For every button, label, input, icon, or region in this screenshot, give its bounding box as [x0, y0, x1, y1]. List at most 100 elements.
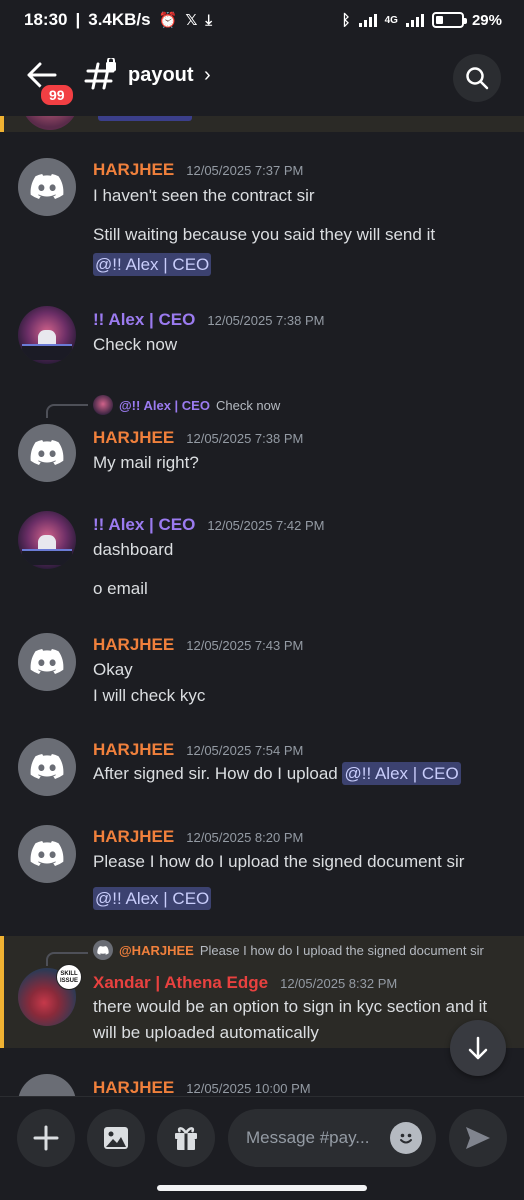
emoji-button[interactable]: [390, 1122, 422, 1154]
avatar[interactable]: [18, 633, 76, 691]
avatar[interactable]: [18, 1074, 76, 1096]
message-composer: [0, 1096, 524, 1176]
battery-icon: [431, 12, 467, 28]
channel-header: 99 payout ›: [0, 40, 524, 116]
reply-author: @HARJHEE: [119, 942, 194, 958]
signal-icon-2: [405, 13, 424, 27]
message-meta: !! Alex | CEO 12/05/2025 7:42 PM: [93, 515, 324, 535]
message-meta: HARJHEE 12/05/2025 7:38 PM: [93, 428, 303, 448]
message-meta: !! Alex | CEO 12/05/2025 7:38 PM: [93, 310, 324, 330]
author-name[interactable]: HARJHEE: [93, 827, 174, 847]
message-text: will be uploaded automatically: [93, 1023, 319, 1042]
avatar[interactable]: [18, 158, 76, 216]
reply-reference[interactable]: @!! Alex | CEO Check now: [93, 395, 280, 415]
status-time: 18:30: [24, 10, 68, 29]
partial-message-row: [0, 116, 524, 132]
partial-mention: [98, 116, 192, 121]
timestamp: 12/05/2025 7:38 PM: [186, 431, 304, 446]
timestamp: 12/05/2025 7:38 PM: [207, 313, 325, 328]
avatar[interactable]: SKILL ISSUE: [18, 964, 82, 1026]
reply-author: @!! Alex | CEO: [119, 397, 210, 413]
message-item-highlighted[interactable]: @HARJHEE Please I how do I upload the si…: [0, 936, 524, 1048]
author-name[interactable]: HARJHEE: [93, 635, 174, 655]
timestamp: 12/05/2025 8:20 PM: [186, 830, 304, 845]
reply-text: Check now: [215, 397, 281, 413]
alarm-icon: ⏰: [158, 12, 178, 29]
timestamp: 12/05/2025 7:54 PM: [186, 743, 304, 758]
message-item[interactable]: HARJHEE 12/05/2025 8:20 PM Please I how d…: [0, 823, 524, 923]
search-button[interactable]: [453, 54, 501, 102]
gift-icon: [175, 1127, 197, 1150]
author-name[interactable]: HARJHEE: [93, 160, 174, 180]
message-text: Still waiting because you said they will…: [93, 225, 436, 244]
gift-button[interactable]: [157, 1109, 215, 1167]
status-net-speed: 3.4KB/s: [88, 10, 151, 29]
message-item[interactable]: HARJHEE 12/05/2025 7:54 PM After signed s…: [0, 736, 524, 796]
message-item[interactable]: HARJHEE 12/05/2025 7:43 PM Okay I will ch…: [0, 631, 524, 711]
jump-to-present-button[interactable]: [450, 1020, 506, 1076]
message-text: dashboard: [93, 540, 174, 559]
author-name[interactable]: Xandar | Athena Edge: [93, 973, 268, 993]
attach-button[interactable]: [17, 1109, 75, 1167]
avatar[interactable]: [18, 825, 76, 883]
reply-text: Please I how do I upload the signed docu…: [199, 942, 484, 958]
bluetooth-icon: ᛒ: [341, 11, 351, 29]
avatar[interactable]: [18, 738, 76, 796]
message-text: there would be an option to sign in kyc …: [93, 997, 488, 1016]
message-item[interactable]: !! Alex | CEO 12/05/2025 7:42 PM dashboar…: [0, 511, 524, 611]
message-meta: HARJHEE 12/05/2025 7:43 PM: [93, 635, 303, 655]
status-divider: |: [75, 10, 81, 29]
user-mention[interactable]: @!! Alex | CEO: [93, 253, 212, 276]
message-text: Please I how do I upload the signed docu…: [93, 852, 465, 871]
message-text: I will check kyc: [93, 686, 206, 705]
discord-logo-icon: [30, 841, 64, 866]
battery-fill: [435, 16, 443, 24]
avatar: [22, 116, 78, 130]
channel-name[interactable]: payout: [128, 64, 194, 87]
message-text: @!! Alex | CEO: [93, 253, 212, 276]
reply-spine: [46, 404, 88, 418]
chevron-right-icon[interactable]: ›: [204, 64, 211, 87]
author-name[interactable]: !! Alex | CEO: [93, 515, 195, 535]
message-item[interactable]: !! Alex | CEO 12/05/2025 7:38 PM Check no…: [0, 306, 524, 376]
message-text: Check now: [93, 335, 178, 354]
timestamp: 12/05/2025 7:37 PM: [186, 163, 304, 178]
message-meta: HARJHEE 12/05/2025 7:54 PM: [93, 740, 303, 760]
author-name[interactable]: HARJHEE: [93, 1078, 174, 1096]
author-name[interactable]: HARJHEE: [93, 740, 174, 760]
message-text: o email: [93, 579, 148, 598]
discord-logo-icon: [30, 754, 64, 779]
user-mention[interactable]: @!! Alex | CEO: [342, 762, 461, 785]
home-indicator[interactable]: [157, 1185, 367, 1191]
author-name[interactable]: HARJHEE: [93, 428, 174, 448]
timestamp: 12/05/2025 10:00 PM: [186, 1081, 311, 1096]
network-type: 4G: [384, 14, 398, 26]
avatar[interactable]: [18, 424, 76, 482]
message-meta: HARJHEE 12/05/2025 8:20 PM: [93, 827, 303, 847]
user-mention[interactable]: @!! Alex | CEO: [93, 887, 212, 910]
discord-logo-icon: [30, 649, 64, 674]
avatar-badge: SKILL ISSUE: [56, 964, 82, 990]
avatar[interactable]: [18, 511, 76, 569]
message-meta: Xandar | Athena Edge 12/05/2025 8:32 PM: [93, 973, 397, 993]
signal-icon: [358, 13, 377, 27]
reply-reference[interactable]: @HARJHEE Please I how do I upload the si…: [93, 940, 484, 960]
avatar[interactable]: [18, 306, 76, 364]
battery-percent: 29%: [471, 11, 502, 29]
author-name[interactable]: !! Alex | CEO: [93, 310, 195, 330]
message-item[interactable]: HARJHEE 12/05/2025 10:00 PM: [0, 1074, 524, 1096]
message-input-pill[interactable]: [228, 1109, 436, 1167]
image-button[interactable]: [87, 1109, 145, 1167]
message-item[interactable]: HARJHEE 12/05/2025 7:37 PM I haven't seen…: [0, 156, 524, 286]
message-text: My mail right?: [93, 453, 199, 472]
send-button[interactable]: [449, 1109, 507, 1167]
timestamp: 12/05/2025 8:32 PM: [280, 976, 398, 991]
message-list[interactable]: HARJHEE 12/05/2025 7:37 PM I haven't seen…: [0, 116, 524, 1096]
message-item[interactable]: @!! Alex | CEO Check now HARJHEE 12/05/20…: [0, 392, 524, 482]
message-text: @!! Alex | CEO: [93, 887, 212, 910]
message-input[interactable]: [246, 1128, 374, 1148]
message-text: I haven't seen the contract sir: [93, 186, 315, 205]
send-icon: [466, 1127, 490, 1149]
timestamp: 12/05/2025 7:43 PM: [186, 638, 304, 653]
plus-icon: [33, 1125, 59, 1151]
